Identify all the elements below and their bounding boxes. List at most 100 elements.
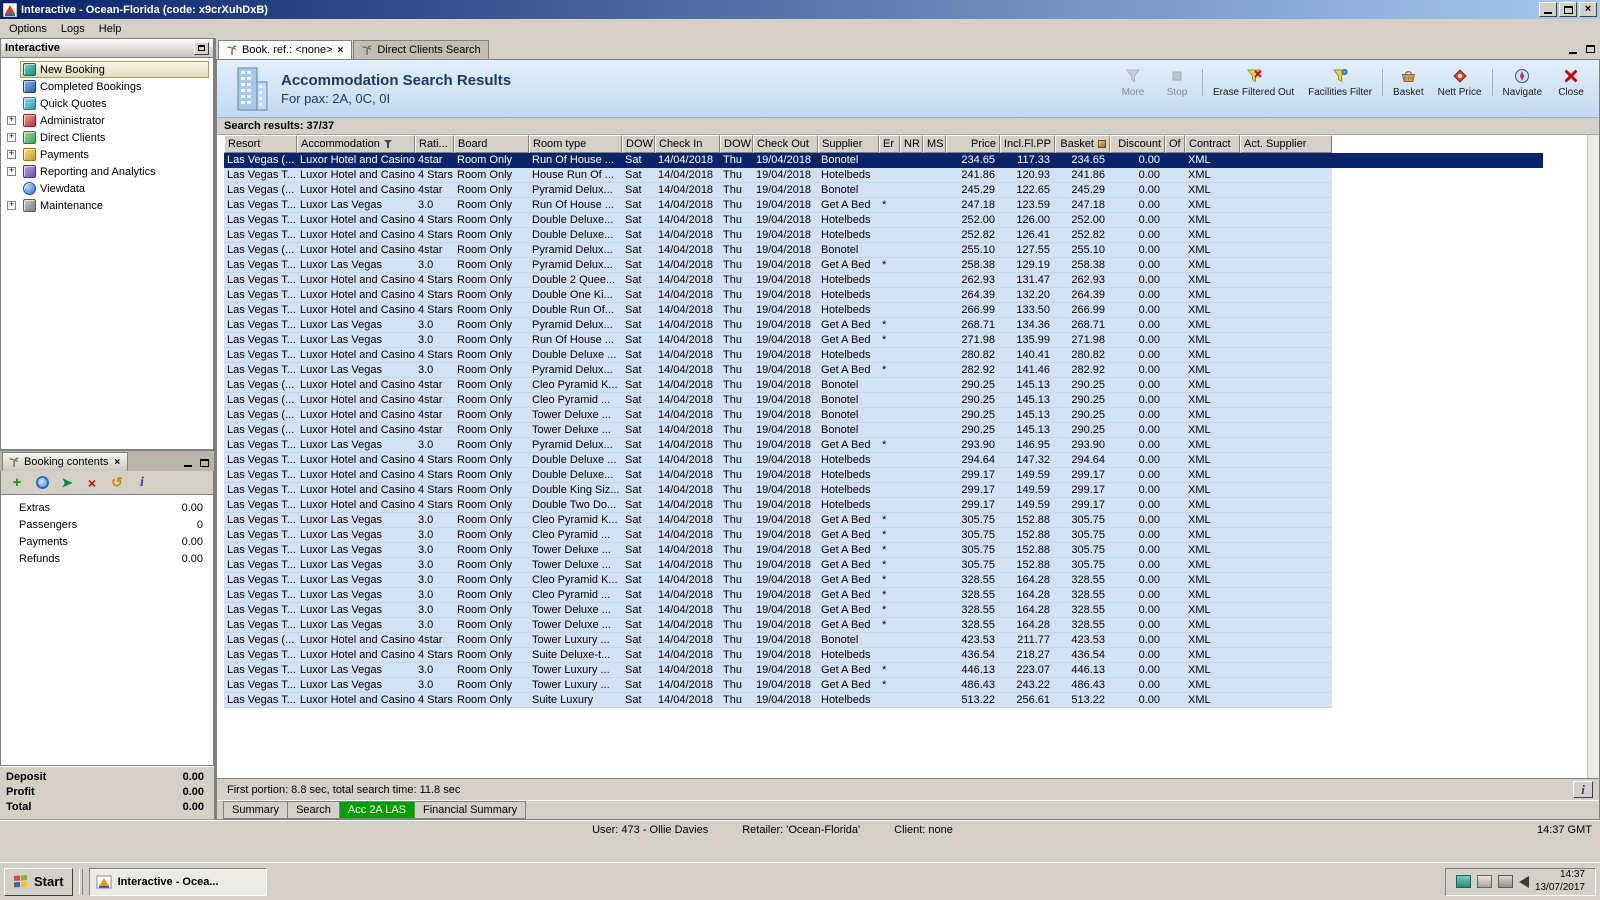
result-row-26[interactable]: Las Vegas T... Luxor Las Vegas 3.0 Room Onl… [224, 528, 1332, 543]
window-maximize-button[interactable] [1559, 2, 1577, 17]
column-header-check_in[interactable]: Check In [655, 135, 720, 153]
sidebar-item-viewdata[interactable]: Viewdata [1, 180, 213, 197]
facilities-filter-button[interactable]: Facilities Filter [1301, 65, 1379, 100]
column-header-board[interactable]: Board [454, 135, 529, 153]
info-icon[interactable]: i [134, 475, 150, 491]
result-row-22[interactable]: Las Vegas T... Luxor Hotel and Casino 4 St… [224, 468, 1332, 483]
sidebar-item-payments[interactable]: + Payments [1, 146, 213, 163]
close-panel-icon[interactable]: × [112, 457, 122, 468]
export-icon[interactable]: ➤ [59, 475, 75, 491]
add-icon[interactable]: + [9, 474, 25, 491]
result-row-3[interactable]: Las Vegas (... Luxor Hotel and Casino 4sta… [224, 183, 1332, 198]
tab-close-icon[interactable]: × [337, 45, 345, 56]
sidebar-item-completed-bookings[interactable]: Completed Bookings [1, 78, 213, 95]
sidebar-item-direct-clients[interactable]: + Direct Clients [1, 129, 213, 146]
workspace-minimize-button[interactable] [1565, 42, 1581, 56]
window-close-button[interactable]: × [1579, 2, 1597, 17]
nett-price-button[interactable]: Nett Price [1431, 65, 1489, 100]
result-row-18[interactable]: Las Vegas (... Luxor Hotel and Casino 4sta… [224, 408, 1332, 423]
result-row-17[interactable]: Las Vegas (... Luxor Hotel and Casino 4sta… [224, 393, 1332, 408]
expand-icon[interactable]: + [7, 133, 16, 142]
result-row-4[interactable]: Las Vegas T... Luxor Las Vegas 3.0 Room Onl… [224, 198, 1332, 213]
sidebar-item-new-booking[interactable]: New Booking [1, 61, 213, 78]
result-row-31[interactable]: Las Vegas T... Luxor Las Vegas 3.0 Room Onl… [224, 603, 1332, 618]
sidebar-item-administrator[interactable]: + Administrator [1, 112, 213, 129]
panel-minimize-button[interactable] [180, 456, 195, 469]
erase-filtered-out-button[interactable]: Erase Filtered Out [1206, 65, 1301, 100]
result-row-34[interactable]: Las Vegas T... Luxor Hotel and Casino 4 St… [224, 648, 1332, 663]
tab-financial-summary[interactable]: Financial Summary [415, 801, 527, 819]
result-row-28[interactable]: Las Vegas T... Luxor Las Vegas 3.0 Room Onl… [224, 558, 1332, 573]
delete-icon[interactable]: × [84, 475, 100, 491]
tab-acc-2a-las[interactable]: Acc 2A LAS [339, 801, 416, 819]
result-row-15[interactable]: Las Vegas T... Luxor Las Vegas 3.0 Room Onl… [224, 363, 1332, 378]
result-row-32[interactable]: Las Vegas T... Luxor Las Vegas 3.0 Room Onl… [224, 618, 1332, 633]
column-header-discount[interactable]: Discount [1110, 135, 1165, 153]
result-row-25[interactable]: Las Vegas T... Luxor Las Vegas 3.0 Room Onl… [224, 513, 1332, 528]
result-row-7[interactable]: Las Vegas (... Luxor Hotel and Casino 4sta… [224, 243, 1332, 258]
result-row-27[interactable]: Las Vegas T... Luxor Las Vegas 3.0 Room Onl… [224, 543, 1332, 558]
booking-contents-tab[interactable]: Booking contents × [2, 452, 129, 471]
expand-icon[interactable]: + [7, 167, 16, 176]
result-row-29[interactable]: Las Vegas T... Luxor Las Vegas 3.0 Room Onl… [224, 573, 1332, 588]
booking-contents-row-passengers[interactable]: Passengers 0 [1, 516, 213, 533]
column-filter-icon[interactable] [383, 139, 393, 149]
result-row-36[interactable]: Las Vegas T... Luxor Las Vegas 3.0 Room Onl… [224, 678, 1332, 693]
result-row-21[interactable]: Las Vegas T... Luxor Hotel and Casino 4 St… [224, 453, 1332, 468]
column-header-act_supplier[interactable]: Act. Supplier [1240, 135, 1332, 153]
column-header-of[interactable]: Of [1165, 135, 1185, 153]
display-icon[interactable] [1455, 875, 1471, 888]
column-sort-icon[interactable] [1098, 140, 1106, 148]
result-row-11[interactable]: Las Vegas T... Luxor Hotel and Casino 4 St… [224, 303, 1332, 318]
revert-icon[interactable]: ↺ [109, 474, 125, 491]
result-row-9[interactable]: Las Vegas T... Luxor Hotel and Casino 4 St… [224, 273, 1332, 288]
result-row-16[interactable]: Las Vegas (... Luxor Hotel and Casino 4sta… [224, 378, 1332, 393]
column-header-dow_in[interactable]: DOW [622, 135, 655, 153]
column-header-check_out[interactable]: Check Out [753, 135, 818, 153]
column-header-nr[interactable]: NR [900, 135, 923, 153]
result-row-23[interactable]: Las Vegas T... Luxor Hotel and Casino 4 St… [224, 483, 1332, 498]
column-header-er[interactable]: Er [879, 135, 900, 153]
column-header-supplier[interactable]: Supplier [818, 135, 879, 153]
workspace-restore-button[interactable] [1582, 42, 1598, 56]
booking-contents-row-payments[interactable]: Payments 0.00 [1, 533, 213, 550]
menu-help[interactable]: Help [92, 21, 129, 37]
result-row-30[interactable]: Las Vegas T... Luxor Las Vegas 3.0 Room Onl… [224, 588, 1332, 603]
column-header-rating[interactable]: Rati... [415, 135, 454, 153]
result-row-1[interactable]: Las Vegas (... Luxor Hotel and Casino 4sta… [224, 153, 1543, 168]
sidebar-item-maintenance[interactable]: + Maintenance [1, 197, 213, 214]
result-row-24[interactable]: Las Vegas T... Luxor Hotel and Casino 4 St… [224, 498, 1332, 513]
result-row-5[interactable]: Las Vegas T... Luxor Hotel and Casino 4 St… [224, 213, 1332, 228]
result-row-37[interactable]: Las Vegas T... Luxor Hotel and Casino 4 St… [224, 693, 1332, 708]
column-header-ms[interactable]: MS [923, 135, 946, 153]
booking-contents-row-refunds[interactable]: Refunds 0.00 [1, 550, 213, 567]
collapse-panel-button[interactable] [194, 41, 209, 55]
column-header-room_type[interactable]: Room type [529, 135, 622, 153]
result-row-20[interactable]: Las Vegas T... Luxor Las Vegas 3.0 Room Onl… [224, 438, 1332, 453]
sidebar-item-reporting-and-analytics[interactable]: + Reporting and Analytics [1, 163, 213, 180]
result-row-13[interactable]: Las Vegas T... Luxor Las Vegas 3.0 Room Onl… [224, 333, 1332, 348]
column-header-accommodation[interactable]: Accommodation [297, 135, 415, 153]
info-button[interactable]: i [1573, 781, 1593, 798]
result-row-8[interactable]: Las Vegas T... Luxor Las Vegas 3.0 Room Onl… [224, 258, 1332, 273]
printer-icon[interactable] [1497, 875, 1513, 888]
column-header-contract[interactable]: Contract [1185, 135, 1240, 153]
menu-logs[interactable]: Logs [54, 21, 92, 37]
close-results-button[interactable]: Close [1549, 65, 1593, 100]
column-header-resort[interactable]: Resort [224, 135, 297, 153]
input-device-icon[interactable] [1476, 875, 1492, 888]
more-button[interactable]: More [1111, 65, 1155, 100]
tab-summary[interactable]: Summary [223, 801, 289, 819]
taskbar-task-interactive[interactable]: Interactive - Ocea... [88, 867, 267, 896]
volume-icon[interactable] [1518, 875, 1529, 888]
sidebar-item-quick-quotes[interactable]: Quick Quotes [1, 95, 213, 112]
result-row-19[interactable]: Las Vegas (... Luxor Hotel and Casino 4sta… [224, 423, 1332, 438]
tab-book-ref[interactable]: Book. ref.: <none> × [218, 40, 353, 59]
result-row-10[interactable]: Las Vegas T... Luxor Hotel and Casino 4 St… [224, 288, 1332, 303]
stop-button[interactable]: Stop [1155, 65, 1199, 100]
navigate-button[interactable]: Navigate [1496, 65, 1549, 100]
column-header-dow_out[interactable]: DOW [720, 135, 753, 153]
tab-search[interactable]: Search [288, 801, 340, 819]
start-button[interactable]: Start [4, 867, 73, 896]
column-header-price[interactable]: Price [946, 135, 1000, 153]
